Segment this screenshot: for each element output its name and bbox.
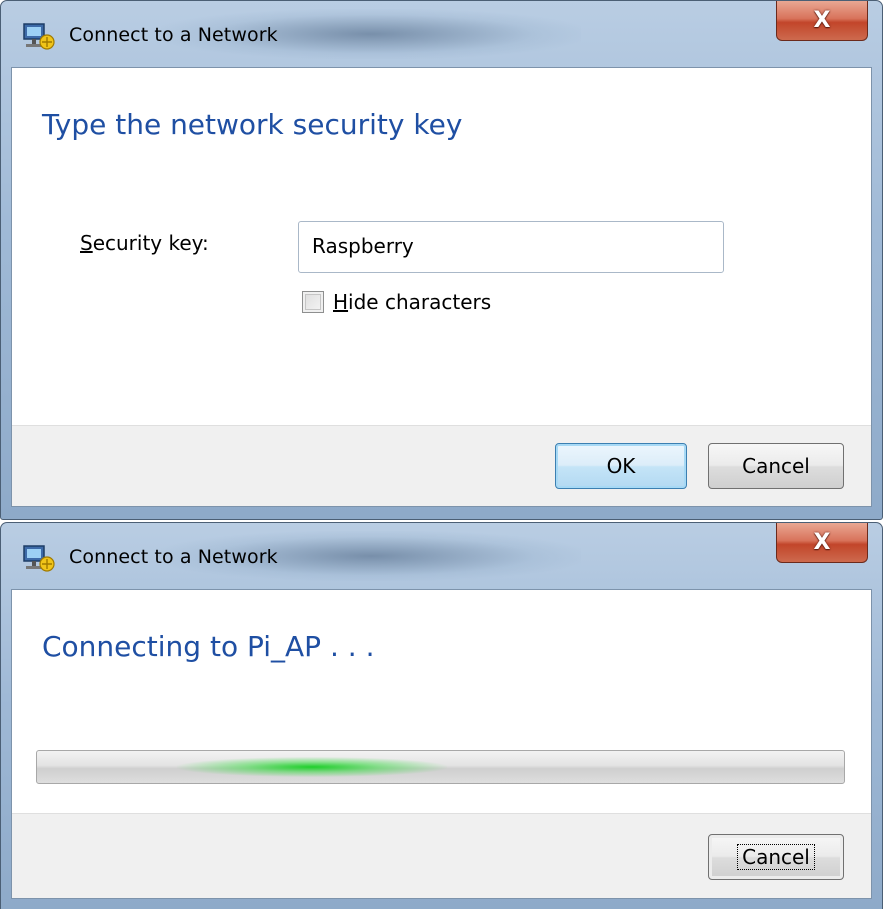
hide-characters-checkbox[interactable] bbox=[302, 291, 324, 313]
window-title: Connect to a Network bbox=[69, 24, 278, 46]
button-bar: OK Cancel bbox=[12, 425, 871, 506]
dialog-heading: Type the network security key bbox=[42, 108, 463, 141]
security-key-input[interactable]: Raspberry bbox=[298, 221, 724, 273]
network-icon bbox=[23, 23, 55, 50]
dialog-content: Type the network security key Security k… bbox=[11, 67, 872, 507]
dialog-content: Connecting to Pi_AP . . . Cancel bbox=[11, 589, 872, 899]
ok-button[interactable]: OK bbox=[555, 443, 687, 489]
cancel-button-label: Cancel bbox=[737, 844, 815, 870]
title-bar[interactable]: Connect to a Network X bbox=[1, 523, 882, 589]
hide-characters-option[interactable]: Hide characters bbox=[302, 290, 491, 314]
close-button[interactable]: X bbox=[776, 1, 868, 41]
progress-bar bbox=[36, 750, 845, 784]
connecting-heading: Connecting to Pi_AP . . . bbox=[42, 630, 375, 663]
close-button[interactable]: X bbox=[776, 523, 868, 563]
security-key-label: Security key: bbox=[80, 231, 209, 255]
close-icon: X bbox=[813, 530, 831, 555]
title-bar[interactable]: Connect to a Network X bbox=[1, 1, 882, 67]
security-key-dialog: Connect to a Network X Type the network … bbox=[0, 0, 883, 520]
button-bar: Cancel bbox=[12, 813, 871, 898]
close-icon: X bbox=[813, 8, 831, 33]
network-icon bbox=[23, 545, 55, 572]
access-key-s: S bbox=[80, 231, 93, 255]
connecting-dialog: Connect to a Network X Connecting to Pi_… bbox=[0, 522, 883, 909]
access-key-h: H bbox=[333, 290, 349, 314]
cancel-button[interactable]: Cancel bbox=[708, 834, 844, 880]
window-title: Connect to a Network bbox=[69, 546, 278, 568]
security-key-label-text: ecurity key: bbox=[92, 231, 209, 255]
cancel-button[interactable]: Cancel bbox=[708, 443, 844, 489]
hide-characters-label: Hide characters bbox=[333, 290, 491, 314]
progress-indicator bbox=[177, 757, 447, 777]
hide-characters-label-text: ide characters bbox=[348, 290, 492, 314]
